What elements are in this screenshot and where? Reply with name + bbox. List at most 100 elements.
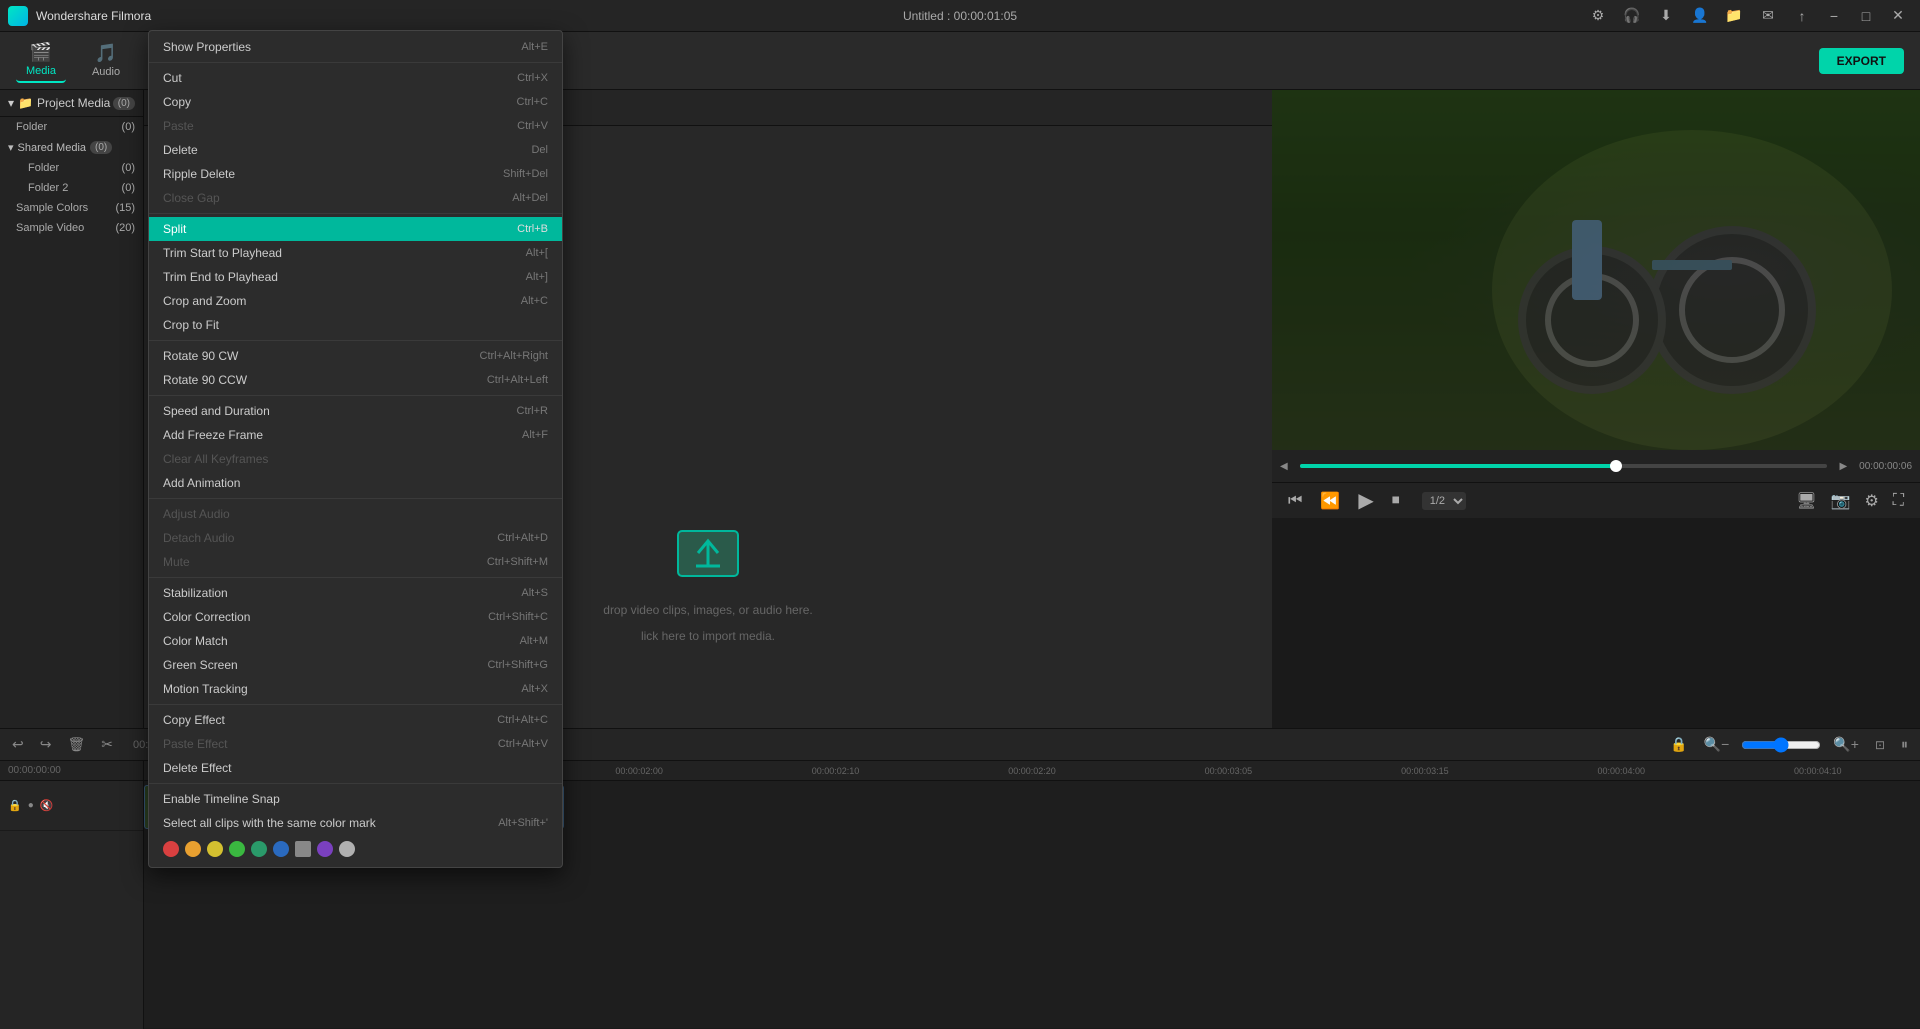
tree-folder-sm-1[interactable]: Folder (0) <box>0 158 143 178</box>
settings-icon[interactable]: ⚙ <box>1584 5 1612 27</box>
export-button[interactable]: EXPORT <box>1819 48 1904 74</box>
media-tab-icon: 🎬 <box>30 42 52 63</box>
ctx-trim-end[interactable]: Trim End to Playhead Alt+] <box>149 265 562 289</box>
zoom-in-button[interactable]: 🔍+ <box>1829 734 1863 755</box>
ctx-enable-snap[interactable]: Enable Timeline Snap <box>149 787 562 811</box>
ctx-rotate-cw[interactable]: Rotate 90 CW Ctrl+Alt+Right <box>149 344 562 368</box>
undo-button[interactable]: ↩ <box>8 734 28 755</box>
fit-button[interactable]: ⊡ <box>1871 736 1889 754</box>
ctx-split[interactable]: Split Ctrl+B <box>149 217 562 241</box>
tab-media[interactable]: 🎬 Media <box>16 38 66 83</box>
timeline-time-label: 00:00:00:00 <box>8 765 61 776</box>
ctx-enable-snap-label: Enable Timeline Snap <box>163 792 280 806</box>
ctx-ripple-delete-shortcut: Shift+Del <box>503 168 548 180</box>
import-hint-1: drop video clips, images, or audio here. <box>603 603 812 617</box>
ctx-cut[interactable]: Cut Ctrl+X <box>149 66 562 90</box>
folder-icon[interactable]: 📁 <box>1720 5 1748 27</box>
fullscreen-icon[interactable]: ⛶ <box>1889 490 1908 512</box>
tree-sample-colors[interactable]: Sample Colors (15) <box>0 198 143 218</box>
ctx-stabilization[interactable]: Stabilization Alt+S <box>149 581 562 605</box>
swatch-purple[interactable] <box>317 841 333 857</box>
headset-icon[interactable]: 🎧 <box>1618 5 1646 27</box>
swatch-green[interactable] <box>229 841 245 857</box>
ctx-green-screen-label: Green Screen <box>163 658 238 672</box>
ctx-ripple-delete[interactable]: Ripple Delete Shift+Del <box>149 162 562 186</box>
screen-icon[interactable]: 🖥 <box>1792 489 1820 513</box>
ctx-speed-duration[interactable]: Speed and Duration Ctrl+R <box>149 399 562 423</box>
ctx-copy-effect-shortcut: Ctrl+Alt+C <box>497 714 548 726</box>
tab-audio[interactable]: 🎵 Audio <box>82 39 130 82</box>
tree-folder-2[interactable]: Folder 2 (0) <box>0 178 143 198</box>
ctx-color-match[interactable]: Color Match Alt+M <box>149 629 562 653</box>
stop-button[interactable]: ⏹ <box>1388 490 1404 512</box>
ctx-color-correction[interactable]: Color Correction Ctrl+Shift+C <box>149 605 562 629</box>
ctx-delete-shortcut: Del <box>531 144 548 156</box>
tree-shared-media[interactable]: ▾ Shared Media (0) <box>0 137 143 158</box>
ctx-copy-effect[interactable]: Copy Effect Ctrl+Alt+C <box>149 708 562 732</box>
minimize-button[interactable]: − <box>1820 5 1848 27</box>
play-button[interactable]: ▶ <box>1354 486 1377 515</box>
ctx-select-same-color-label: Select all clips with the same color mar… <box>163 816 376 830</box>
topbar-icons: ⚙ 🎧 ⬇ 👤 📁 ✉ ↑ <box>1584 5 1816 27</box>
ctx-delete[interactable]: Delete Del <box>149 138 562 162</box>
time-start: ◀ <box>1280 461 1288 472</box>
snap-icon[interactable]: 🔒 <box>1666 734 1691 755</box>
redo-button[interactable]: ↪ <box>36 734 56 755</box>
ctx-motion-tracking-shortcut: Alt+X <box>521 683 548 695</box>
project-media-label: Project Media <box>37 96 110 110</box>
ctx-motion-tracking-label: Motion Tracking <box>163 682 248 696</box>
swatch-orange[interactable] <box>185 841 201 857</box>
profile-icon[interactable]: 👤 <box>1686 5 1714 27</box>
ctx-select-same-color[interactable]: Select all clips with the same color mar… <box>149 811 562 835</box>
split-button[interactable]: ✂ <box>97 734 117 755</box>
pause-icon[interactable]: ⏸ <box>1897 734 1912 755</box>
swatch-square-gray[interactable] <box>295 841 311 857</box>
close-button[interactable]: ✕ <box>1884 5 1912 27</box>
ruler-tick-3: 00:00:02:00 <box>541 766 737 776</box>
zoom-out-button[interactable]: 🔍− <box>1700 734 1734 755</box>
skip-back-button[interactable]: ⏮ <box>1284 490 1306 512</box>
message-icon[interactable]: ✉ <box>1754 5 1782 27</box>
swatch-teal[interactable] <box>251 841 267 857</box>
ctx-delete-effect[interactable]: Delete Effect <box>149 756 562 780</box>
ruler-tick-5: 00:00:02:20 <box>934 766 1130 776</box>
timeline-thumb[interactable] <box>1610 460 1622 472</box>
ctx-paste-effect-shortcut: Ctrl+Alt+V <box>498 738 548 750</box>
ctx-freeze-frame[interactable]: Add Freeze Frame Alt+F <box>149 423 562 447</box>
ctx-crop-zoom-label: Crop and Zoom <box>163 294 246 308</box>
ratio-select[interactable]: 1/2 1/1 1/4 <box>1422 492 1466 510</box>
ctx-crop-fit[interactable]: Crop to Fit <box>149 313 562 337</box>
ctx-green-screen[interactable]: Green Screen Ctrl+Shift+G <box>149 653 562 677</box>
import-text-line2: lick here to import media. <box>641 629 775 643</box>
swatch-blue[interactable] <box>273 841 289 857</box>
ctx-copy[interactable]: Copy Ctrl+C <box>149 90 562 114</box>
ctx-color-correction-shortcut: Ctrl+Shift+C <box>488 611 548 623</box>
tree-folder-1[interactable]: Folder (0) <box>0 117 143 137</box>
ctx-rotate-cw-label: Rotate 90 CW <box>163 349 238 363</box>
swatch-light-gray[interactable] <box>339 841 355 857</box>
ctx-trim-start[interactable]: Trim Start to Playhead Alt+[ <box>149 241 562 265</box>
settings-preview-icon[interactable]: ⚙ <box>1860 489 1882 513</box>
ctx-delete-effect-label: Delete Effect <box>163 761 231 775</box>
swatch-yellow[interactable] <box>207 841 223 857</box>
ctx-add-animation[interactable]: Add Animation <box>149 471 562 495</box>
delete-button[interactable]: 🗑 <box>63 734 89 755</box>
ctx-paste-effect: Paste Effect Ctrl+Alt+V <box>149 732 562 756</box>
tree-folder-1-label: Folder <box>16 121 47 133</box>
ctx-show-properties[interactable]: Show Properties Alt+E <box>149 35 562 59</box>
timeline-progress[interactable] <box>1300 464 1828 468</box>
import-text-line1: drop video clips, images, or audio here. <box>603 603 812 617</box>
maximize-button[interactable]: □ <box>1852 5 1880 27</box>
ctx-crop-zoom[interactable]: Crop and Zoom Alt+C <box>149 289 562 313</box>
ctx-show-properties-shortcut: Alt+E <box>521 41 548 53</box>
ctx-motion-tracking[interactable]: Motion Tracking Alt+X <box>149 677 562 701</box>
upgrade-icon[interactable]: ↑ <box>1788 5 1816 27</box>
screenshot-icon[interactable]: 📷 <box>1827 489 1855 513</box>
zoom-slider[interactable] <box>1741 737 1821 753</box>
ctx-freeze-frame-label: Add Freeze Frame <box>163 428 263 442</box>
ctx-rotate-ccw[interactable]: Rotate 90 CCW Ctrl+Alt+Left <box>149 368 562 392</box>
tree-sample-video[interactable]: Sample Video (20) <box>0 218 143 238</box>
swatch-red[interactable] <box>163 841 179 857</box>
download-icon[interactable]: ⬇ <box>1652 5 1680 27</box>
step-back-button[interactable]: ⏪ <box>1316 489 1344 513</box>
